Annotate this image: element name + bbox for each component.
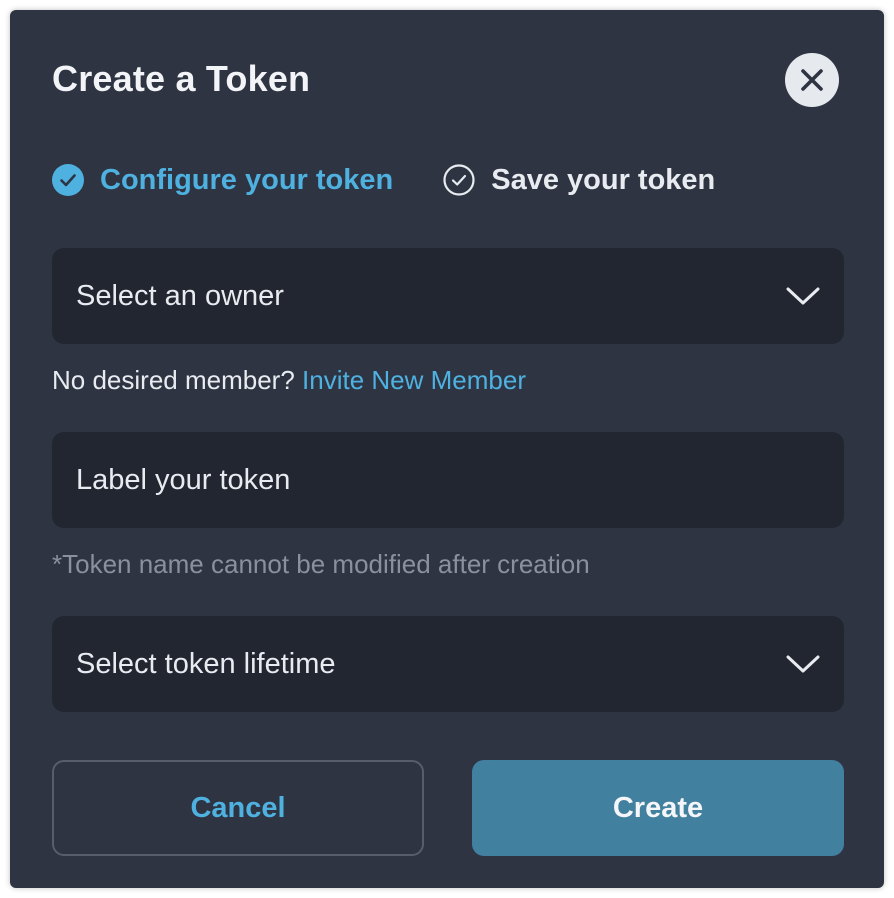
check-circle-outline-icon: [443, 164, 475, 196]
owner-select[interactable]: Select an owner: [52, 248, 844, 344]
check-circle-filled-icon: [52, 164, 84, 196]
dialog-title: Create a Token: [52, 58, 311, 99]
cancel-button[interactable]: Cancel: [52, 760, 424, 856]
chevron-down-icon: [786, 655, 820, 673]
token-label-input[interactable]: [76, 463, 820, 497]
chevron-down-icon: [786, 287, 820, 305]
step-save: Save your token: [443, 164, 715, 197]
token-name-note: *Token name cannot be modified after cre…: [52, 549, 590, 579]
create-button[interactable]: Create: [472, 760, 844, 856]
step-configure: Configure your token: [52, 164, 393, 197]
lifetime-select-placeholder: Select token lifetime: [76, 647, 336, 680]
member-help-text: No desired member?: [52, 365, 295, 395]
invite-member-link[interactable]: Invite New Member: [302, 365, 526, 395]
owner-select-placeholder: Select an owner: [76, 279, 284, 312]
step-save-label: Save your token: [491, 163, 716, 196]
lifetime-select[interactable]: Select token lifetime: [52, 616, 844, 712]
member-help: No desired member? Invite New Member: [52, 365, 526, 396]
step-configure-label: Configure your token: [100, 163, 394, 196]
token-label-field[interactable]: [52, 432, 844, 528]
close-button[interactable]: [785, 53, 839, 107]
close-icon: [801, 69, 823, 91]
create-token-dialog: Create a Token Configure your token Save…: [10, 10, 884, 888]
stepper: Configure your token Save your token: [52, 162, 715, 198]
